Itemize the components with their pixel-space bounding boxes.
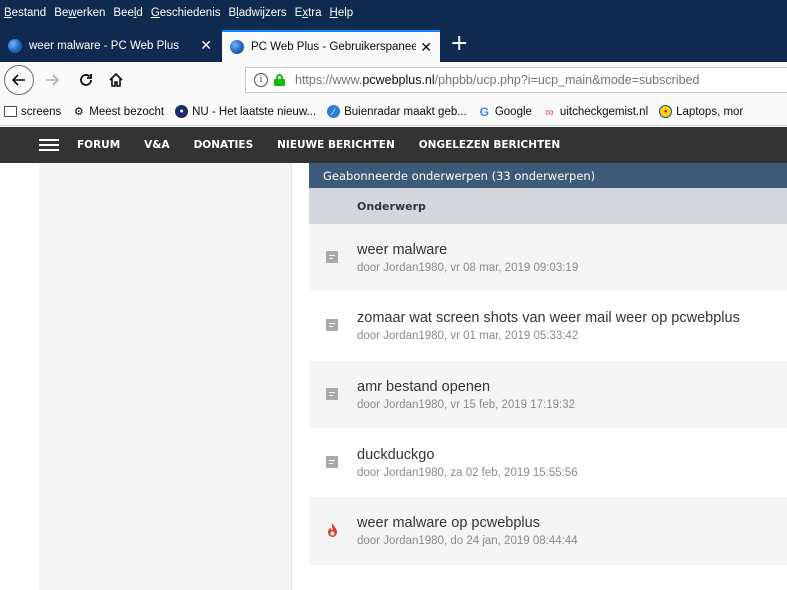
topic-meta: door Jordan1980, vr 01 mar, 2019 05:33:4… [357,330,579,342]
topic-meta: door Jordan1980, vr 08 mar, 2019 09:03:1… [357,262,579,274]
column-header-onderwerp: Onderwerp [309,188,787,224]
lock-icon[interactable] [274,74,285,86]
bookmark-meest-bezocht[interactable]: ⚙ Meest bezocht [72,105,164,119]
home-icon [109,72,123,87]
arrow-right-icon [46,74,60,86]
buienradar-icon: ⁄ [327,105,341,118]
topic-meta: door Jordan1980, za 02 feb, 2019 15:55:5… [357,467,578,479]
reload-icon [80,74,92,86]
topic-title[interactable]: weer malware op pcwebplus [357,515,540,531]
site-header: FORUM V&A DONATIES NIEUWE BERICHTEN ONGE… [0,127,787,163]
topic-row[interactable]: weer malware op pcwebplus door Jordan198… [309,497,787,566]
topic-icon [326,319,338,331]
menu-beeld[interactable]: Beeld [113,7,142,19]
arrow-left-icon [11,74,25,86]
topic-meta: door Jordan1980, vr 15 feb, 2019 17:19:3… [357,399,576,411]
topic-row[interactable]: duckduckgo door Jordan1980, za 02 feb, 2… [309,429,787,497]
menu-bestand[interactable]: Bestand [4,7,46,19]
reload-button[interactable] [74,68,98,92]
nav-va[interactable]: V&A [144,139,169,151]
back-button[interactable] [4,65,34,95]
tab-gebruikerspaneel[interactable]: PC Web Plus - Gebruikerspaneel ✕ [222,30,440,62]
bookmark-screens[interactable]: screens [4,105,61,118]
close-tab-icon[interactable]: ✕ [420,39,432,55]
topic-title[interactable]: amr bestand openen [357,379,490,395]
nav-toolbar: i https://www.pcwebplus.nl/phpbb/ucp.php… [0,62,787,98]
topic-row[interactable]: zomaar wat screen shots van weer mail we… [309,292,787,361]
tab-label: weer malware - PC Web Plus [29,40,179,52]
globe-icon [230,40,244,54]
menu-geschiedenis[interactable]: Geschiedenis [151,7,221,19]
topic-row[interactable]: amr bestand openen door Jordan1980, vr 1… [309,361,787,429]
topic-icon [326,456,338,468]
topic-title[interactable]: zomaar wat screen shots van weer mail we… [357,310,740,326]
globe-icon [8,39,22,53]
bookmark-nu[interactable]: ● NU - Het laatste nieuw... [175,105,316,118]
menu-bladwijzers[interactable]: Bladwijzers [229,7,287,19]
bookmarks-bar: screens ⚙ Meest bezocht ● NU - Het laats… [0,98,787,126]
lidl-icon: ● [659,105,673,118]
folder-icon [4,105,17,118]
menu-bar: Bestand Bewerken Beeld Geschiedenis Blad… [0,0,787,26]
bookmark-buienradar[interactable]: ⁄ Buienradar maakt geb... [327,105,467,118]
tab-bar: weer malware - PC Web Plus ✕ PC Web Plus… [0,26,787,62]
url-bar[interactable]: i https://www.pcwebplus.nl/phpbb/ucp.php… [245,67,787,93]
nav-forum[interactable]: FORUM [77,139,120,151]
sidebar [39,163,292,590]
bookmark-google[interactable]: G Google [478,104,532,119]
menu-extra[interactable]: Extra [295,7,322,19]
gear-icon: ⚙ [73,106,84,118]
google-icon: G [479,104,489,119]
uitcheck-icon: ∞ [545,104,554,119]
topic-icon [326,251,338,263]
nav-ongelezen-berichten[interactable]: ONGELEZEN BERICHTEN [419,139,560,151]
topic-title[interactable]: duckduckgo [357,447,434,463]
panel-title: Geabonneerde onderwerpen (33 onderwerpen… [309,163,787,188]
home-button[interactable] [104,68,128,92]
tab-weer-malware[interactable]: weer malware - PC Web Plus ✕ [0,30,220,62]
info-icon[interactable]: i [254,73,268,87]
new-tab-button[interactable]: + [450,30,468,58]
nav-donaties[interactable]: DONATIES [194,139,254,151]
topic-icon [326,388,338,400]
nav-nieuwe-berichten[interactable]: NIEUWE BERICHTEN [277,139,395,151]
forward-button[interactable] [40,68,64,92]
topic-title[interactable]: weer malware [357,242,447,258]
bookmark-laptops[interactable]: ● Laptops, mor [659,105,743,118]
bookmark-uitcheckgemist[interactable]: ∞ uitcheckgemist.nl [543,104,648,119]
site-nav: FORUM V&A DONATIES NIEUWE BERICHTEN ONGE… [77,127,584,163]
topic-row[interactable]: weer malware door Jordan1980, vr 08 mar,… [309,224,787,292]
tab-label: PC Web Plus - Gebruikerspaneel [251,41,416,53]
page-content: Geabonneerde onderwerpen (33 onderwerpen… [0,163,787,590]
topic-meta: door Jordan1980, do 24 jan, 2019 08:44:4… [357,535,578,547]
nu-icon: ● [175,105,189,118]
close-tab-icon[interactable]: ✕ [200,37,212,53]
hamburger-menu-icon[interactable] [39,139,59,151]
url-text: https://www.pcwebplus.nl/phpbb/ucp.php?i… [295,73,700,87]
menu-bewerken[interactable]: Bewerken [54,7,105,19]
subscribed-topics-panel: Geabonneerde onderwerpen (33 onderwerpen… [309,163,787,566]
hot-topic-icon [328,523,337,537]
menu-help[interactable]: Help [330,7,354,19]
